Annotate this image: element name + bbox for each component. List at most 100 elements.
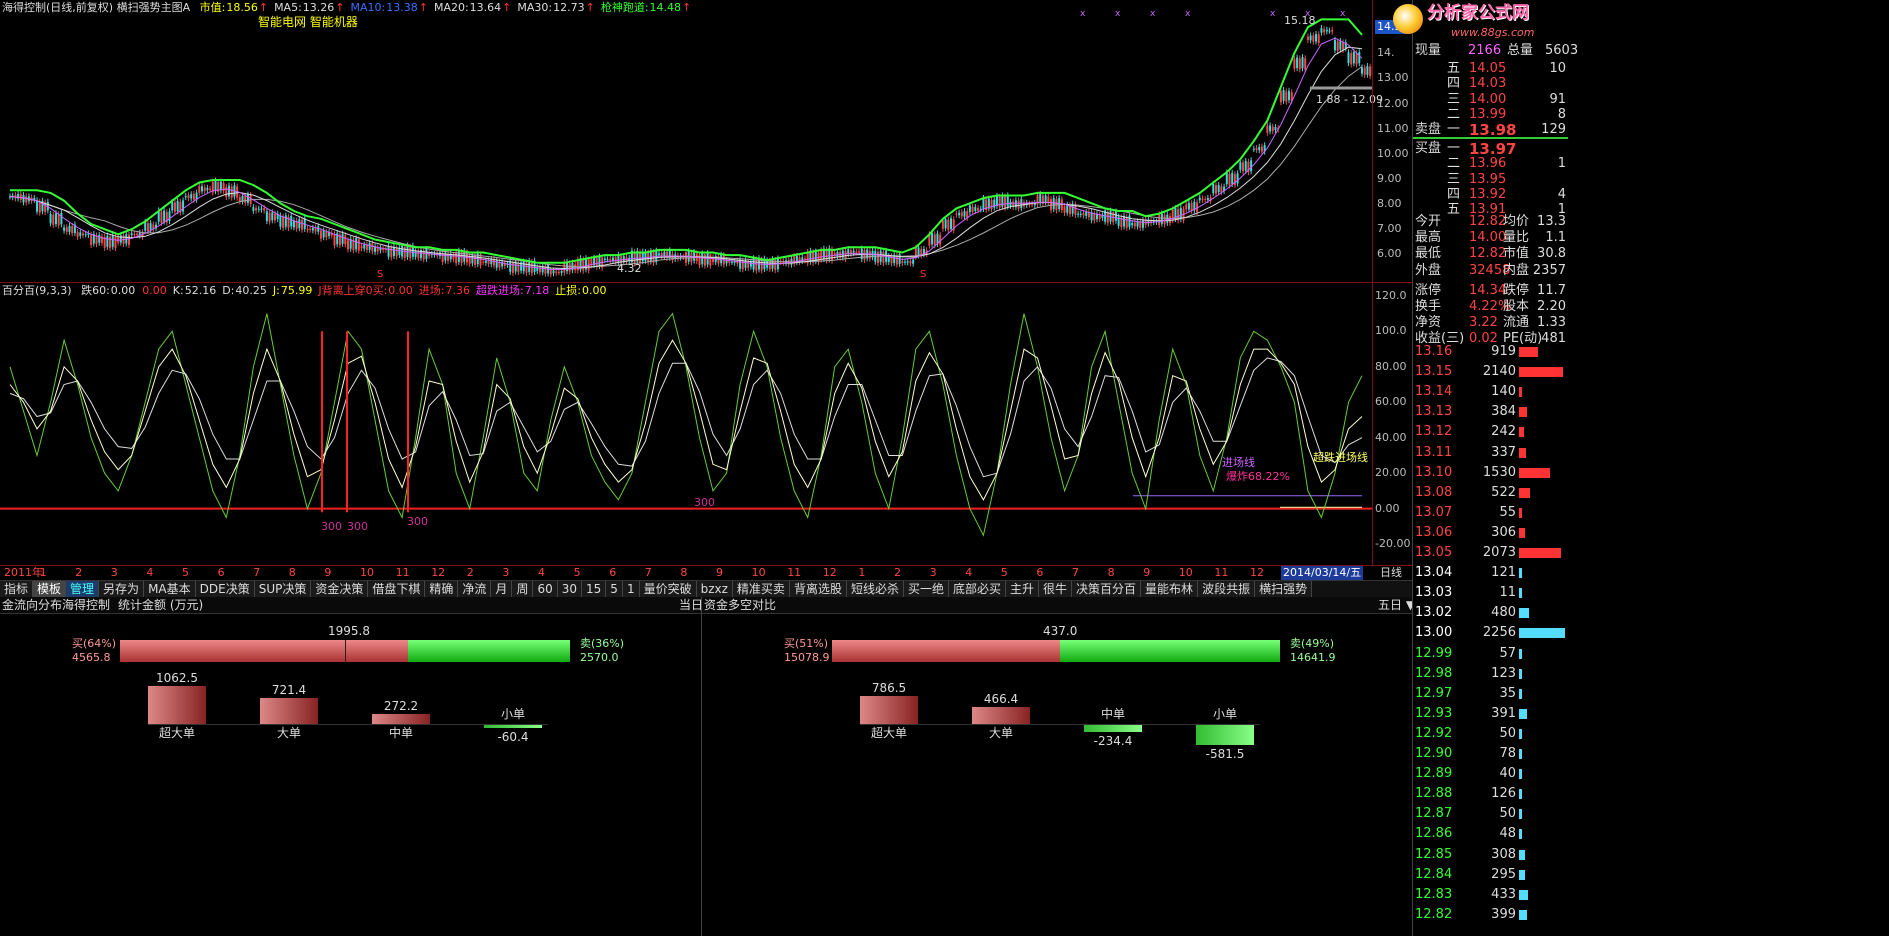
toolbar-button[interactable]: 波段共振 [1198,581,1256,597]
price-ladder-row[interactable]: 12.97 35 [1413,685,1568,703]
price-ladder-row[interactable]: 13.08 522 [1413,484,1568,502]
toolbar-button[interactable]: 横扫强势 [1255,581,1313,597]
price-ladder-row[interactable]: 12.86 48 [1413,825,1568,843]
price-ladder-row[interactable]: 12.83 433 [1413,886,1568,904]
candle-body [1361,67,1363,74]
toolbar-button[interactable]: 决策百分百 [1072,581,1142,597]
candle-body [252,207,255,211]
toolbar-button[interactable]: 周 [512,581,534,597]
order-size-value: 721.4 [271,683,307,698]
toolbar-button[interactable]: 另存为 [99,581,145,597]
ladder-volume: 2073 [1482,545,1516,560]
ladder-volume: 242 [1491,424,1516,440]
toolbar-button[interactable]: 短线必杀 [846,581,904,597]
toolbar-button[interactable]: 资金决策 [311,581,369,597]
toolbar-button[interactable]: 很牛 [1039,581,1073,597]
candle-body [1350,53,1353,65]
price-ladder-row[interactable]: 12.84 295 [1413,866,1568,884]
toolbar-button[interactable]: 1 [622,581,640,597]
ladder-volume-bar [1519,849,1525,860]
timeline-label: 6 [609,566,617,579]
fund-flow-stock-tab[interactable]: 海得控制 [62,598,110,612]
toolbar-button[interactable]: MA基本 [144,581,196,597]
toolbar-button[interactable]: DDE决策 [195,581,255,597]
price-ladder-row[interactable]: 12.88 126 [1413,785,1568,803]
price-ladder-row[interactable]: 12.87 50 [1413,805,1568,823]
toolbar-button[interactable]: 净流 [458,581,492,597]
left-ratio-divider [345,640,346,662]
toolbar-button[interactable]: SUP决策 [254,581,312,597]
price-chart-svg[interactable]: xxxxxxxx [0,0,1372,282]
price-ladder-row[interactable]: 12.98 123 [1413,665,1568,683]
price-ladder-row[interactable]: 13.03 11 [1413,584,1568,602]
price-ladder-row[interactable]: 13.12 242 [1413,423,1568,441]
price-ladder-row[interactable]: 13.11 337 [1413,444,1568,462]
candle-body [246,194,249,203]
toolbar-button[interactable]: 30 [557,581,583,597]
fund-flow-amount-tab[interactable]: 统计金额 (万元) [118,598,203,612]
toolbar-button[interactable]: 买一绝 [903,581,949,597]
toolbar-button[interactable]: 底部必买 [948,581,1006,597]
timeline-axis[interactable]: 2011年 1 2 3 4 5 6 7 8 9 10 11 12 2 3 4 5 6 7 8 9 10 11 12 1 2 3 4 5 6… [0,565,1412,581]
price-ladder-row[interactable]: 12.93 391 [1413,705,1568,723]
toolbar-button[interactable]: 60 [533,581,558,597]
current-date: 2014/03/14/五 [1281,566,1364,580]
price-ladder-row[interactable]: 13.15 2140 [1413,363,1568,381]
toolbar-button[interactable]: 主升 [1006,581,1040,597]
toolbar-button[interactable]: 背离选股 [789,581,847,597]
kdj-chart-svg[interactable] [0,283,1372,565]
candle-body [395,248,398,257]
price-ladder-row[interactable]: 12.82 399 [1413,906,1568,924]
toolbar-button[interactable]: bzxz [696,581,733,597]
price-ladder-row[interactable]: 13.00 2256 [1413,624,1568,642]
price-ladder-row[interactable]: 12.99 57 [1413,645,1568,663]
ladder-price: 12.89 [1415,766,1453,782]
ladder-volume: 1530 [1482,464,1516,480]
toolbar-button[interactable]: 管理 [66,581,100,597]
price-ladder[interactable]: 13.16 919 13.15 2140 13.14 140 13.13 384 13.12 24… [1413,343,1568,936]
price-ladder-row[interactable]: 13.07 55 [1413,504,1568,522]
price-ladder-row[interactable]: 13.05 2073 [1413,544,1568,562]
price-ladder-row[interactable]: 12.89 40 [1413,765,1568,783]
candle-body [1052,197,1055,210]
price-ladder-row[interactable]: 12.85 308 [1413,846,1568,864]
price-ladder-row[interactable]: 12.92 50 [1413,725,1568,743]
toolbar-button[interactable]: 精确 [425,581,459,597]
toolbar-button[interactable]: 15 [582,581,607,597]
toolbar-button[interactable]: 指标 [0,581,34,597]
toolbar-button[interactable]: 月 [491,581,513,597]
main-chart-panel[interactable]: 海得控制(日线,前复权) 横扫强势主图A 市值:18.56↑ MA5:13.26↑… [0,0,1383,282]
price-ladder-row[interactable]: 13.10 1530 [1413,464,1568,482]
toolbar-button[interactable]: 量价突破 [639,581,697,597]
quote-value: 2357 [1532,262,1566,278]
price-ladder-row[interactable]: 13.04 121 [1413,564,1568,582]
price-ladder-row[interactable]: 13.06 306 [1413,524,1568,542]
toolbar-button[interactable]: 5 [606,581,623,597]
fund-compare-period[interactable]: 五日 ▼ [1378,598,1415,612]
period-label[interactable]: 日线 [1380,566,1402,580]
timeline-label: 12 [1250,566,1264,579]
price-ladder-row[interactable]: 13.14 140 [1413,383,1568,401]
candle-body [974,207,977,211]
price-ladder-row[interactable]: 13.16 919 [1413,343,1568,361]
candle-body [357,239,360,251]
fund-flow-period[interactable]: 当日 [679,598,703,612]
price-ladder-row[interactable]: 13.02 480 [1413,604,1568,622]
toolbar-button[interactable]: 借盘下棋 [368,581,426,597]
candle-body [1214,185,1217,194]
candle-body [1063,206,1066,213]
ladder-volume-bar [1519,869,1525,880]
candle-body [1331,29,1334,32]
toolbar-button[interactable]: 模板 [33,581,67,597]
price-ladder-row[interactable]: 12.90 78 [1413,745,1568,763]
candle-body [960,212,963,217]
toolbar-button[interactable]: 精准买卖 [732,581,790,597]
y-tick-label: 13.00 [1377,71,1409,85]
toolbar-button[interactable]: 量能布林 [1141,581,1199,597]
sub-chart-panel[interactable]: 百分百(9,3,3) 跌60:0.00 0.00 K:52.16 D:40.25 J:7… [0,283,1372,565]
candle-body [355,238,358,250]
oversold-line-label: 超跌进场线 [1313,451,1368,464]
price-ladder-row[interactable]: 13.13 384 [1413,403,1568,421]
ladder-price: 13.11 [1415,444,1453,460]
candle-body [403,246,406,259]
